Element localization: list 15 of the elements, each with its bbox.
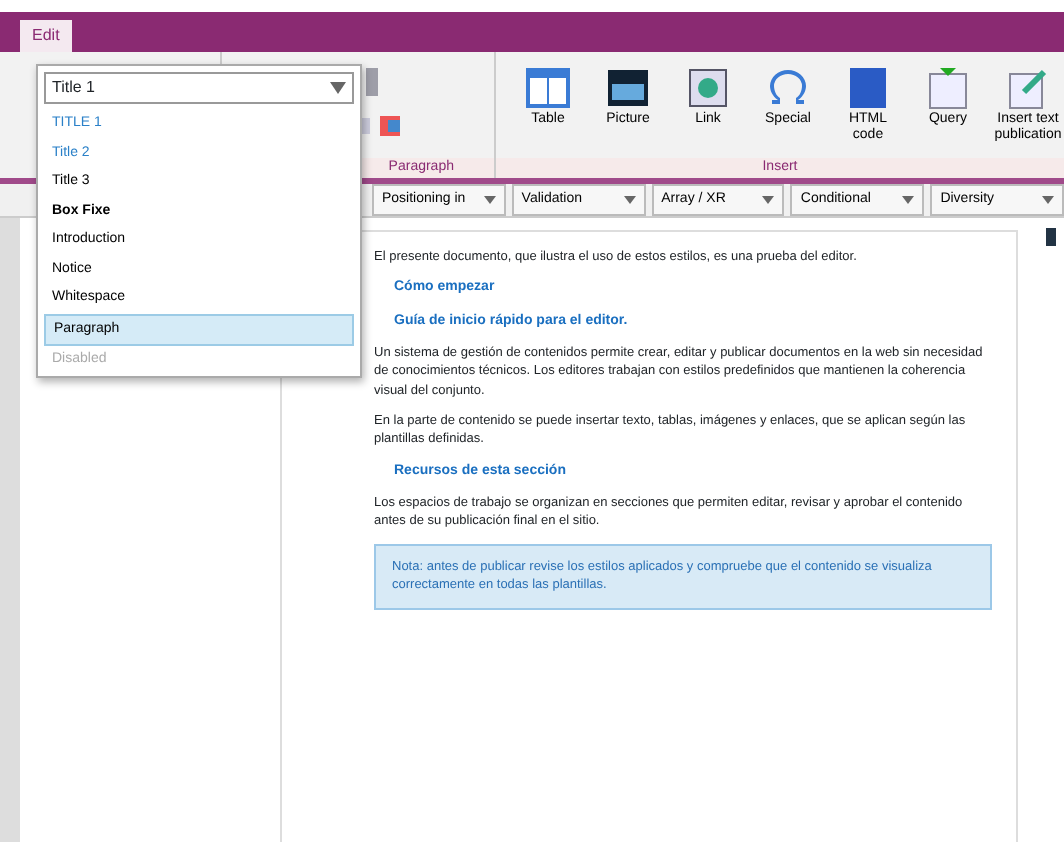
table-icon: [524, 64, 572, 112]
document-icon: [924, 64, 972, 112]
document-icon: [1004, 64, 1052, 112]
caret-icon: [1041, 196, 1054, 204]
caret-icon: [762, 196, 775, 204]
edit-tab[interactable]: Edit: [20, 20, 72, 52]
document-icon: [844, 64, 892, 112]
style-select-field[interactable]: Title 1: [44, 72, 354, 104]
clear-format-icon[interactable]: [378, 114, 403, 139]
scroll-marker-icon: [1046, 228, 1056, 246]
caret-icon: [483, 196, 496, 204]
caret-icon: [623, 196, 636, 204]
document-icon: [684, 64, 732, 112]
caret-icon: [902, 196, 915, 204]
picture-icon: [604, 64, 652, 112]
